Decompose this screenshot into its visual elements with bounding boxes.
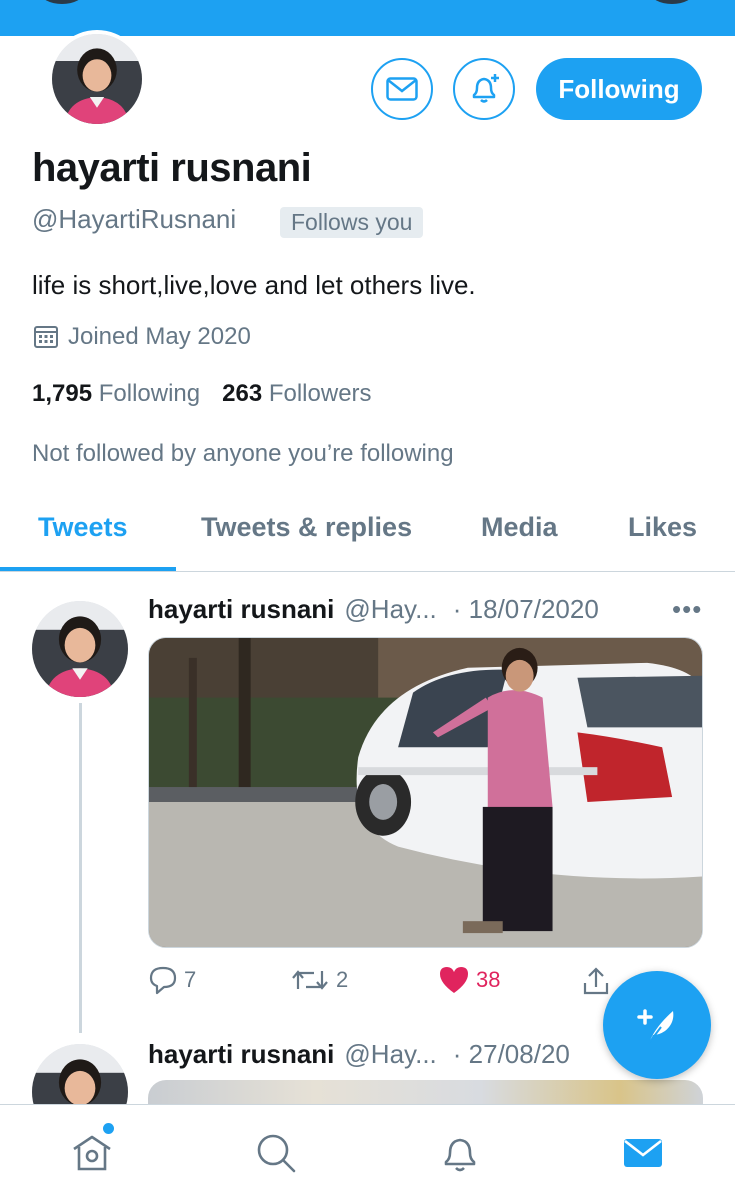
profile-avatar[interactable]	[48, 30, 146, 128]
compose-tweet-button[interactable]	[603, 971, 711, 1079]
tab-tweets-replies[interactable]: Tweets & replies	[201, 512, 412, 543]
envelope-icon	[386, 77, 418, 101]
tweet-author-name[interactable]: hayarti rusnani	[148, 1039, 334, 1070]
home-notification-dot	[103, 1123, 114, 1134]
following-count: 1,795	[32, 380, 93, 407]
avatar-photo	[52, 34, 142, 124]
nav-home[interactable]	[70, 1131, 114, 1175]
top-bar	[0, 0, 735, 36]
back-button-stub[interactable]	[40, 0, 84, 4]
tweet-date[interactable]: · 27/08/20	[453, 1039, 570, 1070]
bottom-nav	[0, 1104, 735, 1200]
notifications-button[interactable]	[453, 58, 515, 120]
follow-stats: 1,795 Following 263 Followers	[32, 380, 372, 408]
tweet-photo[interactable]	[148, 637, 703, 948]
calendar-icon	[34, 326, 58, 348]
following-label: Following	[98, 380, 201, 407]
profile-bio: life is short,live,love and let others l…	[32, 270, 476, 300]
joined-label: Joined May 2020	[68, 323, 251, 350]
avatar-photo	[32, 601, 128, 697]
followers-stat[interactable]: 263 Followers	[222, 380, 371, 408]
following-stat[interactable]: 1,795 Following	[32, 380, 200, 408]
follows-you-badge: Follows you	[280, 207, 424, 238]
tab-media[interactable]: Media	[481, 512, 558, 543]
share-action[interactable]	[580, 965, 612, 997]
bell-icon	[444, 1138, 476, 1172]
tab-tweets[interactable]: Tweets	[38, 512, 128, 543]
nav-messages[interactable]	[621, 1131, 665, 1175]
bell-plus-icon	[472, 74, 499, 103]
tweet-avatar[interactable]	[28, 597, 132, 701]
home-icon	[73, 1135, 111, 1171]
tweet-author-name[interactable]: hayarti rusnani	[148, 594, 334, 625]
thread-line	[79, 703, 82, 1033]
reply-action[interactable]: 7	[148, 965, 196, 995]
nav-notifications[interactable]	[438, 1131, 482, 1175]
following-button[interactable]: Following	[536, 58, 702, 120]
heart-icon	[440, 967, 468, 993]
tweet-author-handle: @Hay...	[344, 594, 437, 624]
reply-count: 7	[184, 967, 197, 992]
search-icon	[257, 1134, 296, 1173]
profile-tabs: Tweets Tweets & replies Media Likes	[0, 490, 735, 572]
like-count: 38	[476, 967, 501, 992]
nav-search[interactable]	[254, 1131, 298, 1175]
quill-plus-icon	[637, 1009, 674, 1044]
menu-button-stub[interactable]	[650, 0, 694, 4]
photo-woman-with-car	[149, 638, 702, 947]
tweet-author-handle: @Hay...	[344, 1039, 437, 1069]
speech-bubble-icon	[149, 966, 177, 995]
message-button[interactable]	[371, 58, 433, 120]
retweet-icon	[292, 970, 328, 990]
profile-name: hayarti rusnani	[32, 146, 312, 190]
tweet-date[interactable]: · 18/07/2020	[453, 594, 599, 625]
tweet-header: hayarti rusnani @Hay... · 18/07/2020	[148, 594, 599, 625]
tab-likes[interactable]: Likes	[628, 512, 697, 543]
not-followed-note: Not followed by anyone you’re following	[32, 440, 454, 467]
tweet-more-icon[interactable]: •••	[672, 594, 702, 625]
like-action[interactable]: 38	[438, 965, 500, 995]
followers-count: 263	[222, 380, 263, 407]
joined-date: Joined May 2020	[32, 323, 251, 351]
followers-label: Followers	[268, 380, 372, 407]
envelope-icon	[624, 1139, 662, 1167]
profile-handle: @HayartiRusnani	[32, 204, 237, 234]
share-icon	[583, 967, 609, 995]
tweet-header: hayarti rusnani @Hay... · 27/08/20	[148, 1039, 570, 1070]
retweet-count: 2	[336, 967, 349, 992]
retweet-action[interactable]: 2	[290, 965, 348, 995]
active-tab-indicator	[0, 567, 176, 571]
